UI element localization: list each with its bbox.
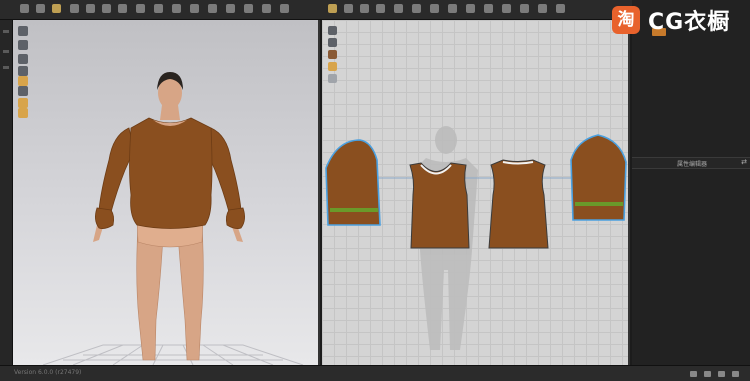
fold-icon[interactable] — [70, 4, 79, 13]
pattern-canvas — [325, 126, 627, 350]
right-panel — [632, 0, 750, 365]
light-icon[interactable] — [18, 66, 28, 76]
toggle-icon[interactable] — [226, 4, 235, 13]
texture-icon[interactable] — [172, 4, 181, 13]
layout-icon[interactable] — [690, 371, 697, 377]
sleeve-cuff-stripe — [330, 208, 378, 212]
object-browser-strip[interactable] — [0, 20, 13, 365]
sphere-icon[interactable] — [328, 50, 337, 59]
move-icon[interactable] — [20, 4, 29, 13]
brush-icon[interactable] — [18, 76, 28, 86]
pattern-back — [488, 159, 549, 249]
status-bar: Version 6.0.0 (r27479) — [0, 365, 750, 381]
note-icon[interactable] — [328, 74, 337, 83]
dock-toggle-icon[interactable]: ⇄ — [741, 158, 747, 166]
avatar-legs — [136, 219, 204, 361]
notch-icon[interactable] — [502, 4, 511, 13]
lock-icon[interactable] — [262, 4, 271, 13]
zoom-icon[interactable] — [208, 4, 217, 13]
layout-icon[interactable] — [732, 371, 739, 377]
camera-icon[interactable] — [280, 4, 289, 13]
brand-logo: 淘 — [612, 6, 640, 34]
tab-marker — [3, 30, 9, 33]
avatar-icon[interactable] — [18, 108, 28, 118]
measure-icon[interactable] — [136, 4, 145, 13]
sleeve-cuff-stripe — [575, 202, 623, 206]
star-icon[interactable] — [328, 62, 337, 71]
segment-icon[interactable] — [190, 4, 199, 13]
ruler-icon[interactable] — [328, 26, 337, 35]
zipper-icon[interactable] — [538, 4, 547, 13]
avatar-scene — [42, 72, 304, 365]
camera-icon[interactable] — [18, 26, 28, 36]
view-icon[interactable] — [18, 40, 28, 50]
transform-icon[interactable] — [52, 4, 61, 13]
viewport-2d[interactable] — [322, 20, 630, 365]
zoom-icon[interactable] — [328, 38, 337, 47]
brand-watermark: 淘 CG衣橱 — [612, 6, 742, 35]
brand-name: CG衣橱 — [648, 10, 731, 35]
garment-body — [129, 117, 213, 229]
rectangle-icon[interactable] — [376, 4, 385, 13]
layout-icon[interactable] — [704, 371, 711, 377]
button-tool-icon[interactable] — [520, 4, 529, 13]
pattern-select-icon[interactable] — [328, 4, 337, 13]
select-icon[interactable] — [36, 4, 45, 13]
version-text: Version 6.0.0 (r27479) — [14, 369, 82, 376]
curve-icon[interactable] — [360, 4, 369, 13]
polygon-icon[interactable] — [394, 4, 403, 13]
avatar-icon[interactable] — [118, 4, 127, 13]
tab-marker — [3, 50, 9, 53]
pattern-right-sleeve — [570, 134, 627, 221]
tab-marker — [3, 66, 9, 69]
avatar-pose-icon[interactable] — [244, 4, 253, 13]
dart-icon[interactable] — [430, 4, 439, 13]
property-editor-title: 属性编辑器 — [677, 161, 708, 168]
simulate-icon[interactable] — [102, 4, 111, 13]
layout-icon[interactable] — [718, 371, 725, 377]
skin-icon[interactable] — [18, 98, 28, 108]
pin-icon[interactable] — [86, 4, 95, 13]
seam-icon[interactable] — [466, 4, 475, 13]
pattern-front — [409, 162, 470, 249]
fold-line-icon[interactable] — [484, 4, 493, 13]
viewport-3d[interactable] — [13, 20, 320, 365]
layer-icon[interactable] — [556, 4, 565, 13]
trace-icon[interactable] — [448, 4, 457, 13]
display-icon[interactable] — [18, 54, 28, 64]
edit-point-icon[interactable] — [344, 4, 353, 13]
sewing-icon[interactable] — [154, 4, 163, 13]
render-icon[interactable] — [18, 86, 28, 96]
ellipse-icon[interactable] — [412, 4, 421, 13]
pattern-left-sleeve — [325, 139, 381, 226]
property-editor-header[interactable]: 属性编辑器 ⇄ — [632, 157, 750, 169]
floor-grid — [42, 344, 304, 365]
